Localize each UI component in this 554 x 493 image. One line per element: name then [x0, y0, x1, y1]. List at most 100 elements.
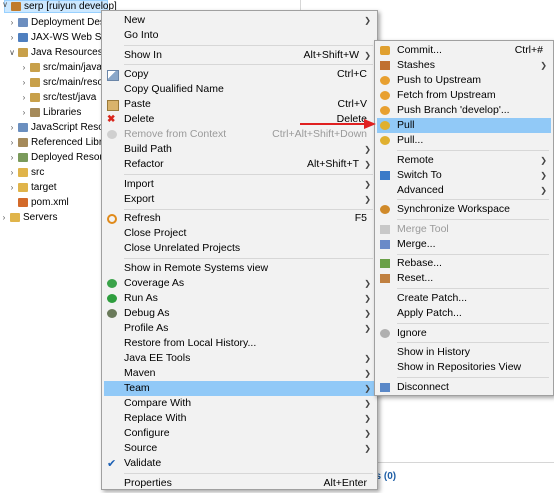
menu-item-show-in-history[interactable]: Show in History — [377, 345, 551, 360]
menu-item-disconnect[interactable]: Disconnect — [377, 380, 551, 395]
annotation-arrow-icon — [300, 119, 376, 129]
submenu-arrow-icon: ❯ — [364, 50, 371, 60]
menu-item-close-project[interactable]: Close Project — [104, 226, 375, 241]
submenu-arrow-icon: ❯ — [364, 145, 371, 155]
menu-item-label: Team — [124, 382, 150, 394]
chevron-right-icon[interactable]: › — [8, 15, 16, 30]
menu-item-remote[interactable]: Remote ❯ — [377, 153, 551, 168]
menu-item-copy[interactable]: Copy Ctrl+C — [104, 67, 375, 82]
menu-item-source[interactable]: Source ❯ — [104, 441, 375, 456]
menu-item-push-to-upstream[interactable]: Push to Upstream — [377, 73, 551, 88]
chevron-right-icon[interactable]: › — [8, 150, 16, 165]
menu-separator — [397, 288, 549, 290]
menu-item-ignore[interactable]: Ignore — [377, 326, 551, 341]
tree-item-label: src/test/java — [43, 92, 97, 103]
menu-item-create-patch[interactable]: Create Patch... — [377, 291, 551, 306]
menu-item-team[interactable]: Team ❯ — [104, 381, 375, 396]
tree-item[interactable]: ∨ serp [ruiyun develop] — [1, 0, 117, 14]
chevron-right-icon[interactable]: › — [8, 180, 16, 195]
menu-item-reset[interactable]: Reset... — [377, 271, 551, 286]
chevron-right-icon[interactable]: › — [8, 30, 16, 45]
menu-item-pull[interactable]: Pull — [377, 118, 551, 133]
chevron-right-icon[interactable]: › — [20, 105, 28, 120]
submenu-arrow-icon: ❯ — [364, 384, 371, 393]
submenu-arrow-icon: ❯ — [364, 414, 371, 423]
menu-item-commit[interactable]: Commit... Ctrl+# — [377, 43, 551, 58]
menu-item-debug-as[interactable]: Debug As ❯ — [104, 306, 375, 321]
menu-item-export[interactable]: Export ❯ — [104, 192, 375, 207]
menu-item-rebase[interactable]: Rebase... — [377, 256, 551, 271]
menu-item-show-in-remote-systems-view[interactable]: Show in Remote Systems view — [104, 261, 375, 276]
menu-item-fetch-from-upstream[interactable]: Fetch from Upstream — [377, 88, 551, 103]
menu-item-label: Refactor — [124, 158, 164, 171]
menu-item-switch-to[interactable]: Switch To ❯ — [377, 168, 551, 183]
menu-item-label: Remove from Context — [124, 128, 227, 141]
menu-separator — [124, 258, 373, 260]
menu-item-label: Pull — [397, 119, 415, 131]
pull-icon — [380, 121, 390, 130]
menu-item-advanced[interactable]: Advanced ❯ — [377, 183, 551, 198]
menu-item-label: Show in History — [397, 346, 470, 359]
menu-item-java-ee-tools[interactable]: Java EE Tools ❯ — [104, 351, 375, 366]
menu-item-build-path[interactable]: Build Path ❯ — [104, 142, 375, 157]
menu-item-push-branch-develop[interactable]: Push Branch 'develop'... — [377, 103, 551, 118]
menu-item-synchronize-workspace[interactable]: Synchronize Workspace — [377, 202, 551, 217]
menu-item-close-unrelated-projects[interactable]: Close Unrelated Projects — [104, 241, 375, 256]
menu-item-show-in-repositories-view[interactable]: Show in Repositories View — [377, 360, 551, 375]
chevron-down-icon[interactable]: ∨ — [1, 0, 9, 14]
chevron-right-icon[interactable]: › — [20, 90, 28, 105]
submenu-arrow-icon: ❯ — [540, 155, 547, 165]
chevron-right-icon[interactable]: › — [8, 135, 16, 150]
menu-item-refresh[interactable]: Refresh F5 — [104, 211, 375, 226]
menu-item-label: Commit... — [397, 44, 442, 56]
menu-item-label: Push to Upstream — [397, 74, 482, 86]
menu-separator — [397, 253, 549, 255]
menu-item-label: Replace With — [124, 412, 187, 424]
submenu-arrow-icon: ❯ — [364, 179, 371, 189]
chevron-right-icon[interactable]: › — [8, 120, 16, 135]
chevron-right-icon[interactable]: › — [0, 210, 8, 225]
menu-item-new[interactable]: New ❯ — [104, 13, 375, 28]
submenu-arrow-icon: ❯ — [364, 294, 371, 303]
menu-item-pull[interactable]: Pull... — [377, 133, 551, 148]
menu-item-configure[interactable]: Configure ❯ — [104, 426, 375, 441]
menu-item-show-in[interactable]: Show In Alt+Shift+W ❯ — [104, 48, 375, 63]
submenu-arrow-icon: ❯ — [540, 170, 547, 180]
menu-item-label: Stashes — [397, 59, 435, 71]
menu-item-paste[interactable]: Paste Ctrl+V — [104, 97, 375, 112]
menu-item-compare-with[interactable]: Compare With ❯ — [104, 396, 375, 411]
menu-item-restore-from-local-history[interactable]: Restore from Local History... — [104, 336, 375, 351]
menu-item-refactor[interactable]: Refactor Alt+Shift+T ❯ — [104, 157, 375, 172]
menu-item-label: Apply Patch... — [397, 307, 462, 319]
submenu-arrow-icon: ❯ — [364, 429, 371, 438]
menu-item-merge[interactable]: Merge... — [377, 237, 551, 252]
menu-item-maven[interactable]: Maven ❯ — [104, 366, 375, 381]
submenu-arrow-icon: ❯ — [540, 61, 547, 70]
menu-item-apply-patch[interactable]: Apply Patch... — [377, 306, 551, 321]
chevron-down-icon[interactable]: ∨ — [8, 45, 16, 60]
submenu-arrow-icon: ❯ — [364, 16, 371, 25]
chevron-right-icon[interactable]: › — [8, 165, 16, 180]
menu-item-shortcut: Ctrl+V — [337, 98, 367, 111]
menu-item-label: Merge Tool — [397, 222, 449, 235]
chevron-right-icon[interactable]: › — [20, 75, 28, 90]
menu-item-shortcut: Alt+Shift+T — [307, 158, 359, 171]
tree-item-label: target — [31, 182, 57, 193]
menu-item-import[interactable]: Import ❯ — [104, 177, 375, 192]
menu-item-coverage-as[interactable]: Coverage As ❯ — [104, 276, 375, 291]
menu-item-run-as[interactable]: Run As ❯ — [104, 291, 375, 306]
menu-item-profile-as[interactable]: Profile As ❯ — [104, 321, 375, 336]
chevron-right-icon[interactable]: › — [20, 60, 28, 75]
menu-item-copy-qualified-name[interactable]: Copy Qualified Name — [104, 82, 375, 97]
menu-item-replace-with[interactable]: Replace With ❯ — [104, 411, 375, 426]
menu-separator — [397, 342, 549, 344]
menu-item-shortcut: Ctrl+# — [514, 44, 543, 56]
menu-item-label: Delete — [124, 113, 155, 126]
menu-item-stashes[interactable]: Stashes ❯ — [377, 58, 551, 73]
stash-icon — [380, 61, 390, 70]
menu-item-go-into[interactable]: Go Into — [104, 28, 375, 43]
menu-item-validate[interactable]: ✔ Validate — [104, 456, 375, 471]
rebase-icon — [380, 259, 390, 269]
menu-item-properties[interactable]: Properties Alt+Enter — [104, 476, 375, 491]
